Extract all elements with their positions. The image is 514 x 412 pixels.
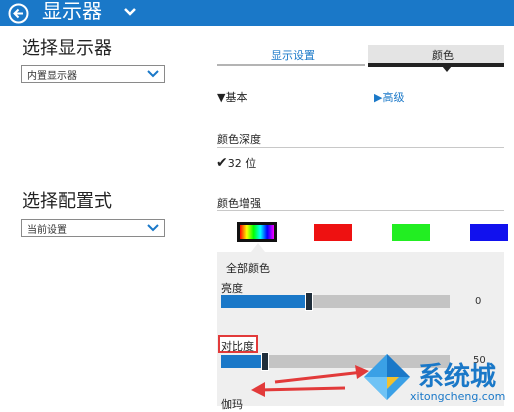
profile-select[interactable]: 当前设置 (21, 219, 165, 237)
color-depth-heading: 颜色深度 (217, 133, 261, 146)
divider (217, 147, 504, 148)
swatch-green[interactable] (392, 224, 430, 241)
swatch-red[interactable] (314, 224, 352, 241)
color-depth-value: 32 位 (227, 157, 257, 170)
swatch-all-colors[interactable] (237, 222, 277, 242)
display-select[interactable]: 内置显示器 (21, 65, 165, 83)
contrast-label: 对比度 (221, 340, 254, 353)
display-select-value: 内置显示器 (27, 71, 77, 82)
color-enhance-heading: 颜色增强 (217, 197, 261, 210)
watermark-text: 系统城 (418, 362, 497, 392)
advanced-mode-label: 高级 (382, 91, 405, 104)
tab-underline-active (368, 63, 504, 67)
all-colors-label: 全部颜色 (226, 262, 270, 275)
tab-underline (217, 64, 365, 66)
tab-color[interactable]: 颜色 (432, 47, 454, 63)
tab-display-settings[interactable]: 显示设置 (271, 47, 315, 63)
annotation-arrows-icon (251, 365, 369, 397)
swatch-blue[interactable] (470, 224, 508, 241)
brightness-slider[interactable] (221, 292, 450, 311)
page-title: 显示器 (42, 0, 102, 23)
logo-icon (364, 354, 410, 400)
basic-mode-option[interactable]: ▼基本 (217, 86, 247, 105)
brightness-label: 亮度 (221, 282, 243, 295)
checkmark-icon: ✔ (216, 155, 228, 171)
brightness-slider-fill (221, 295, 309, 308)
brightness-value: 0 (475, 296, 482, 307)
color-depth-option[interactable]: ✔32 位 (216, 152, 256, 171)
profile-select-value: 当前设置 (27, 225, 67, 236)
swatch-pointer-icon (251, 243, 265, 252)
select-display-heading: 选择显示器 (22, 38, 112, 59)
chevron-down-icon[interactable] (123, 7, 137, 17)
chevron-down-icon (147, 70, 159, 78)
basic-mode-label: 基本 (225, 91, 248, 104)
advanced-mode-option[interactable]: ▶高级 (374, 86, 404, 105)
select-profile-heading: 选择配置式 (22, 191, 112, 212)
brightness-slider-thumb[interactable] (305, 292, 313, 311)
gamma-label: 伽玛 (221, 398, 243, 411)
back-arrow-circle-icon[interactable] (8, 3, 29, 24)
watermark-url: xitongcheng.com (410, 390, 506, 403)
divider (217, 210, 504, 211)
chevron-down-icon (147, 224, 159, 232)
tab-pointer-icon (442, 66, 452, 72)
